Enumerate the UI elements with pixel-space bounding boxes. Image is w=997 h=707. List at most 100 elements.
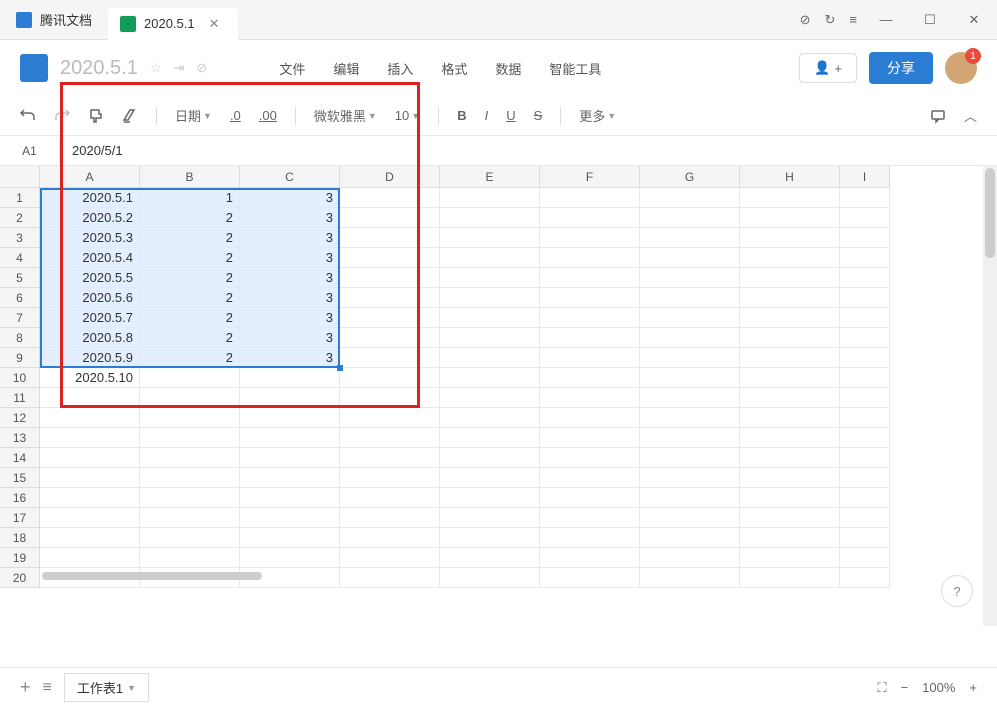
cell[interactable]: 3 — [240, 348, 340, 368]
cell[interactable] — [740, 428, 840, 448]
row-header[interactable]: 20 — [0, 568, 40, 588]
cell[interactable] — [840, 188, 890, 208]
all-sheets-button[interactable]: ≡ — [43, 679, 52, 697]
cell[interactable] — [340, 248, 440, 268]
cell[interactable] — [240, 388, 340, 408]
row-header[interactable]: 9 — [0, 348, 40, 368]
menu-file[interactable]: 文件 — [279, 59, 305, 78]
cell[interactable] — [740, 208, 840, 228]
cell[interactable]: 2 — [140, 248, 240, 268]
cell[interactable] — [740, 228, 840, 248]
cell[interactable] — [440, 508, 540, 528]
cell[interactable] — [640, 488, 740, 508]
cell-reference[interactable]: A1 — [0, 138, 60, 164]
cell[interactable] — [140, 468, 240, 488]
cell[interactable] — [40, 528, 140, 548]
cell[interactable] — [140, 548, 240, 568]
cell[interactable] — [440, 288, 540, 308]
cell[interactable] — [640, 308, 740, 328]
cell[interactable] — [540, 248, 640, 268]
cell[interactable] — [140, 488, 240, 508]
cell[interactable]: 2 — [140, 328, 240, 348]
cell[interactable] — [140, 448, 240, 468]
cell[interactable] — [240, 368, 340, 388]
cell[interactable] — [740, 488, 840, 508]
cell[interactable] — [440, 388, 540, 408]
cell[interactable] — [640, 248, 740, 268]
cell[interactable] — [340, 348, 440, 368]
fullscreen-button[interactable]: ⛶ — [877, 680, 886, 696]
cell[interactable] — [40, 448, 140, 468]
cell[interactable]: 2 — [140, 308, 240, 328]
cell[interactable] — [540, 308, 640, 328]
cell[interactable] — [240, 548, 340, 568]
menu-icon[interactable]: ≡ — [849, 12, 857, 27]
cell[interactable] — [40, 468, 140, 488]
row-header[interactable]: 13 — [0, 428, 40, 448]
redo-button[interactable] — [54, 108, 70, 124]
cell[interactable]: 3 — [240, 208, 340, 228]
cell[interactable] — [540, 448, 640, 468]
block-icon[interactable]: ⊘ — [800, 12, 811, 28]
cell[interactable] — [240, 428, 340, 448]
menu-tools[interactable]: 智能工具 — [549, 59, 601, 78]
cell[interactable] — [640, 228, 740, 248]
fill-handle[interactable] — [337, 365, 343, 371]
bold-button[interactable]: B — [457, 108, 466, 123]
sheet-tab[interactable]: 工作表1 ▼ — [64, 673, 149, 702]
menu-format[interactable]: 格式 — [441, 59, 467, 78]
cell[interactable] — [240, 448, 340, 468]
cell[interactable] — [440, 348, 540, 368]
italic-button[interactable]: I — [485, 108, 489, 123]
cell[interactable] — [740, 408, 840, 428]
cell[interactable] — [540, 528, 640, 548]
close-button[interactable]: ✕ — [959, 5, 989, 35]
more-dropdown[interactable]: 更多 ▼ — [579, 106, 616, 125]
maximize-button[interactable]: ☐ — [915, 5, 945, 35]
folder-icon[interactable]: ⇥ — [174, 60, 185, 76]
cell[interactable] — [840, 308, 890, 328]
cell[interactable] — [640, 408, 740, 428]
menu-insert[interactable]: 插入 — [387, 59, 413, 78]
cell[interactable] — [340, 448, 440, 468]
cell[interactable] — [740, 468, 840, 488]
col-header[interactable]: D — [340, 166, 440, 188]
cell[interactable] — [640, 448, 740, 468]
cell[interactable] — [840, 388, 890, 408]
cell[interactable] — [240, 488, 340, 508]
refresh-icon[interactable]: ↻ — [825, 12, 836, 28]
cell[interactable] — [440, 208, 540, 228]
horizontal-scrollbar[interactable] — [40, 570, 960, 582]
cell[interactable] — [840, 228, 890, 248]
cell[interactable] — [540, 508, 640, 528]
cell[interactable] — [740, 308, 840, 328]
cell[interactable] — [740, 508, 840, 528]
cell[interactable] — [140, 508, 240, 528]
cell[interactable] — [440, 188, 540, 208]
cell[interactable] — [840, 528, 890, 548]
cell[interactable] — [740, 288, 840, 308]
number-format-dropdown[interactable]: 日期 ▼ — [175, 106, 212, 125]
tab-active[interactable]: 2020.5.1 ✕ — [108, 8, 238, 40]
cell[interactable] — [540, 548, 640, 568]
cell[interactable] — [540, 268, 640, 288]
cell[interactable] — [840, 548, 890, 568]
cell[interactable] — [840, 288, 890, 308]
row-header[interactable]: 18 — [0, 528, 40, 548]
col-header[interactable]: C — [240, 166, 340, 188]
cell[interactable] — [440, 268, 540, 288]
cell[interactable] — [40, 488, 140, 508]
cell[interactable] — [340, 328, 440, 348]
cell[interactable] — [40, 508, 140, 528]
cell[interactable] — [640, 328, 740, 348]
row-header[interactable]: 10 — [0, 368, 40, 388]
cell[interactable] — [340, 408, 440, 428]
row-header[interactable]: 15 — [0, 468, 40, 488]
col-header[interactable]: F — [540, 166, 640, 188]
cell[interactable] — [540, 428, 640, 448]
cell[interactable] — [540, 228, 640, 248]
cell[interactable] — [340, 188, 440, 208]
cell[interactable] — [640, 548, 740, 568]
cell[interactable] — [240, 408, 340, 428]
row-header[interactable]: 12 — [0, 408, 40, 428]
